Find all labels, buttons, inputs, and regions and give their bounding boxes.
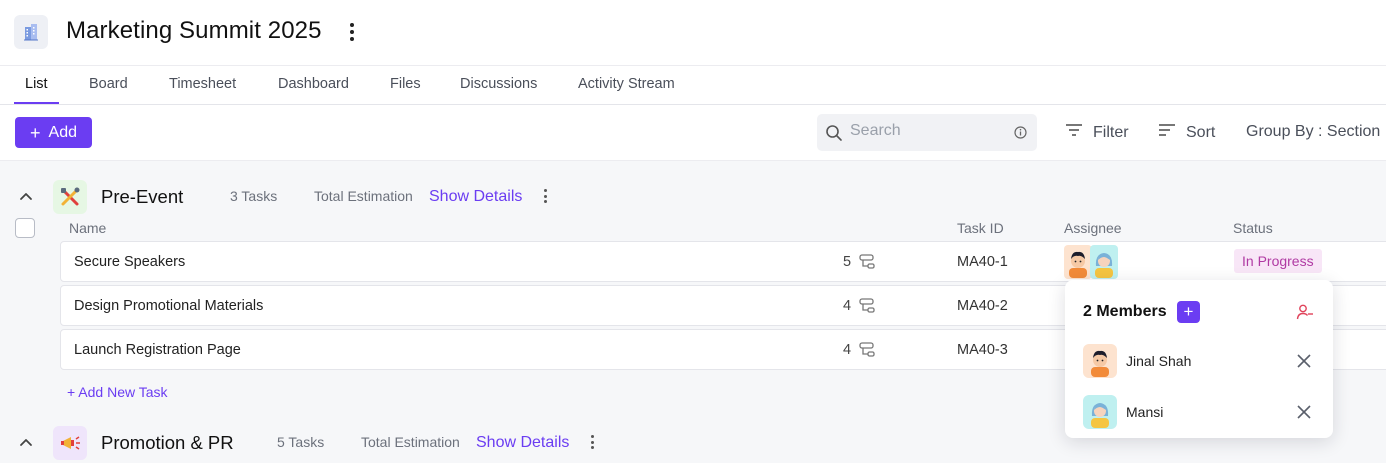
avatar — [1083, 395, 1117, 429]
add-button-label: Add — [48, 123, 77, 141]
chevron-up-icon[interactable] — [18, 434, 34, 450]
avatar — [1090, 245, 1118, 279]
total-estimation-label: Total Estimation — [361, 434, 460, 450]
show-details-link[interactable]: Show Details — [429, 188, 522, 206]
tab-timesheet[interactable]: Timesheet — [169, 76, 236, 92]
close-icon[interactable] — [1296, 353, 1312, 374]
total-estimation-label: Total Estimation — [314, 188, 413, 204]
group-by-button[interactable]: Group By : Section — [1246, 123, 1380, 141]
subtask-count: 4 — [843, 298, 852, 314]
member-name: Mansi — [1126, 404, 1164, 420]
avatar — [1083, 344, 1117, 378]
megaphone-icon — [53, 426, 87, 460]
filter-button[interactable]: Filter — [1065, 123, 1129, 142]
column-header-assignee: Assignee — [1064, 220, 1122, 236]
add-member-button[interactable]: + — [1177, 301, 1200, 323]
task-id: MA40-1 — [957, 254, 1008, 270]
member-item: Jinal Shah — [1083, 344, 1318, 378]
show-details-link[interactable]: Show Details — [476, 434, 569, 452]
task-id: MA40-2 — [957, 298, 1008, 314]
sort-label: Sort — [1186, 123, 1216, 141]
table-row[interactable]: Secure Speakers 5 MA40-1 In Progress — [60, 241, 1386, 282]
group-by-label: Group By : Section — [1246, 123, 1381, 140]
project-menu-icon[interactable] — [344, 20, 360, 44]
task-id: MA40-3 — [957, 342, 1008, 358]
building-icon — [14, 15, 48, 49]
select-all-checkbox[interactable] — [15, 218, 35, 238]
search-icon — [825, 124, 843, 147]
subtask-count: 5 — [843, 254, 852, 270]
project-header: Marketing Summit 2025 — [0, 0, 1386, 66]
member-item: Mansi — [1083, 395, 1318, 429]
close-icon[interactable] — [1296, 404, 1312, 425]
task-name: Design Promotional Materials — [74, 298, 264, 314]
view-tabs: List Board Timesheet Dashboard Files Dis… — [0, 66, 1386, 105]
assignee-avatars[interactable] — [1064, 245, 1118, 279]
tab-activity-stream[interactable]: Activity Stream — [578, 76, 675, 92]
column-header-name: Name — [69, 220, 107, 236]
section-menu-icon[interactable] — [587, 434, 597, 450]
column-header-status: Status — [1233, 220, 1273, 236]
section-menu-icon[interactable] — [540, 188, 550, 204]
add-button[interactable]: + Add — [15, 117, 92, 148]
subtask-icon[interactable] — [858, 253, 876, 276]
search-input[interactable] — [850, 122, 1000, 140]
tools-icon — [53, 180, 87, 214]
task-name: Secure Speakers — [74, 254, 186, 270]
sort-button[interactable]: Sort — [1158, 123, 1215, 142]
chevron-up-icon[interactable] — [18, 188, 34, 204]
task-name: Launch Registration Page — [74, 342, 241, 358]
tab-board[interactable]: Board — [89, 76, 128, 92]
filter-label: Filter — [1093, 123, 1129, 141]
tab-files[interactable]: Files — [390, 76, 421, 92]
filter-icon — [1065, 123, 1083, 142]
subtask-icon[interactable] — [858, 341, 876, 364]
remove-user-icon[interactable] — [1296, 303, 1314, 326]
section-title: Promotion & PR — [101, 432, 234, 453]
sort-icon — [1158, 123, 1176, 142]
tab-dashboard[interactable]: Dashboard — [278, 76, 349, 92]
add-new-task-link[interactable]: + Add New Task — [67, 384, 168, 400]
avatar — [1064, 245, 1092, 279]
plus-icon: + — [30, 122, 41, 143]
member-name: Jinal Shah — [1126, 353, 1192, 369]
members-popover: 2 Members + Jinal Shah Mansi — [1065, 280, 1333, 438]
search-box — [817, 114, 1037, 151]
task-count: 5 Tasks — [277, 434, 325, 450]
tab-discussions[interactable]: Discussions — [460, 76, 537, 92]
section-title: Pre-Event — [101, 186, 184, 207]
tab-list[interactable]: List — [25, 76, 48, 92]
info-icon[interactable] — [1014, 126, 1027, 144]
subtask-icon[interactable] — [858, 297, 876, 320]
project-title: Marketing Summit 2025 — [66, 17, 322, 44]
status-badge[interactable]: In Progress — [1234, 249, 1322, 273]
task-count: 3 Tasks — [230, 188, 278, 204]
column-header-task-id: Task ID — [957, 220, 1004, 236]
subtask-count: 4 — [843, 342, 852, 358]
toolbar: + Add Filter Sort Group By : Section — [0, 105, 1386, 161]
active-tab-indicator — [14, 102, 59, 104]
members-count: 2 Members — [1083, 303, 1167, 320]
